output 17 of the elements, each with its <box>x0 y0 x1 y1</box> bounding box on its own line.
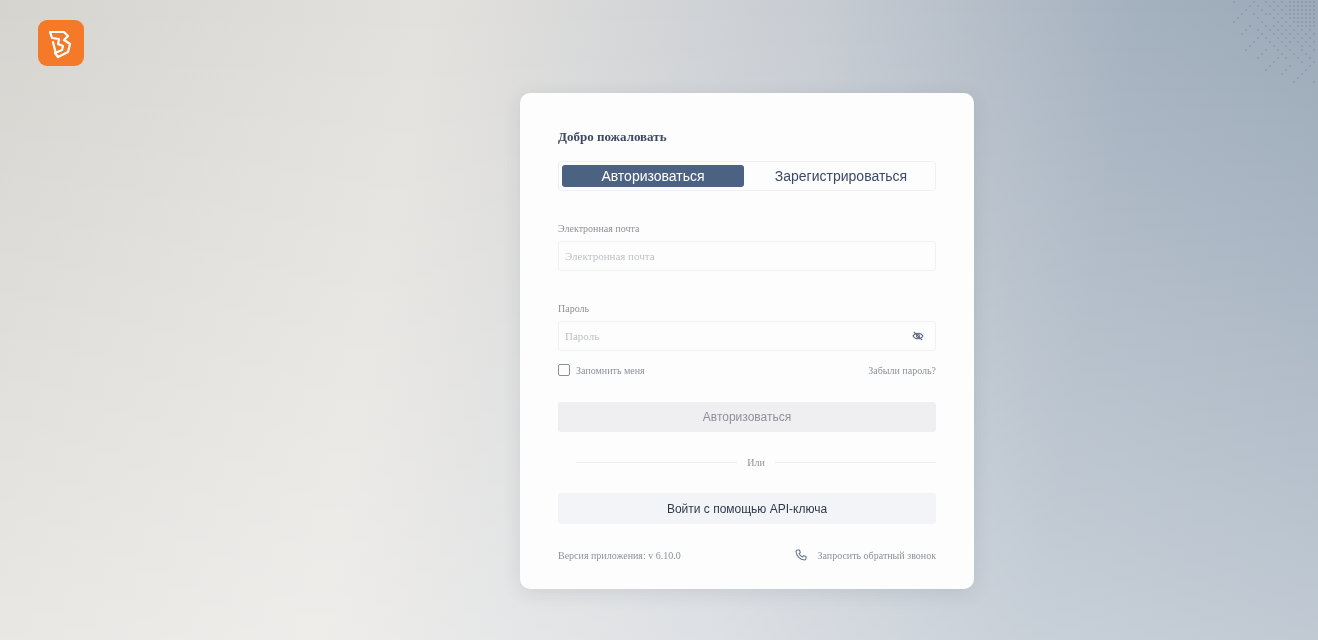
field-label: Пароль <box>558 303 591 315</box>
request-callback-link[interactable]: Запросить обратный звонок <box>817 549 936 561</box>
remember-checkbox[interactable] <box>558 364 570 376</box>
logo-icon[interactable] <box>38 20 84 66</box>
password-field[interactable]: Пароль <box>558 321 936 351</box>
phone-icon[interactable] <box>795 549 808 561</box>
email-field[interactable]: Электронная почта <box>558 241 936 271</box>
eye-slash-icon[interactable] <box>912 331 924 341</box>
app-version: Версия приложения: v 6.10.0 <box>558 549 681 561</box>
auth-tab[interactable]: Зарегистрироваться <box>750 165 932 187</box>
field-label: Электронная почта <box>558 223 641 235</box>
welcome-title: Добро пожаловать <box>558 129 668 145</box>
or-divider-label: Или <box>747 456 765 468</box>
remember-label: Запомнить меня <box>576 364 645 376</box>
forgot-password-link[interactable]: Забыли пароль? <box>868 364 936 376</box>
api-key-login-button[interactable]: Войти с помощью API-ключа <box>558 493 936 524</box>
auth-tab[interactable]: Авторизоваться <box>562 165 744 187</box>
